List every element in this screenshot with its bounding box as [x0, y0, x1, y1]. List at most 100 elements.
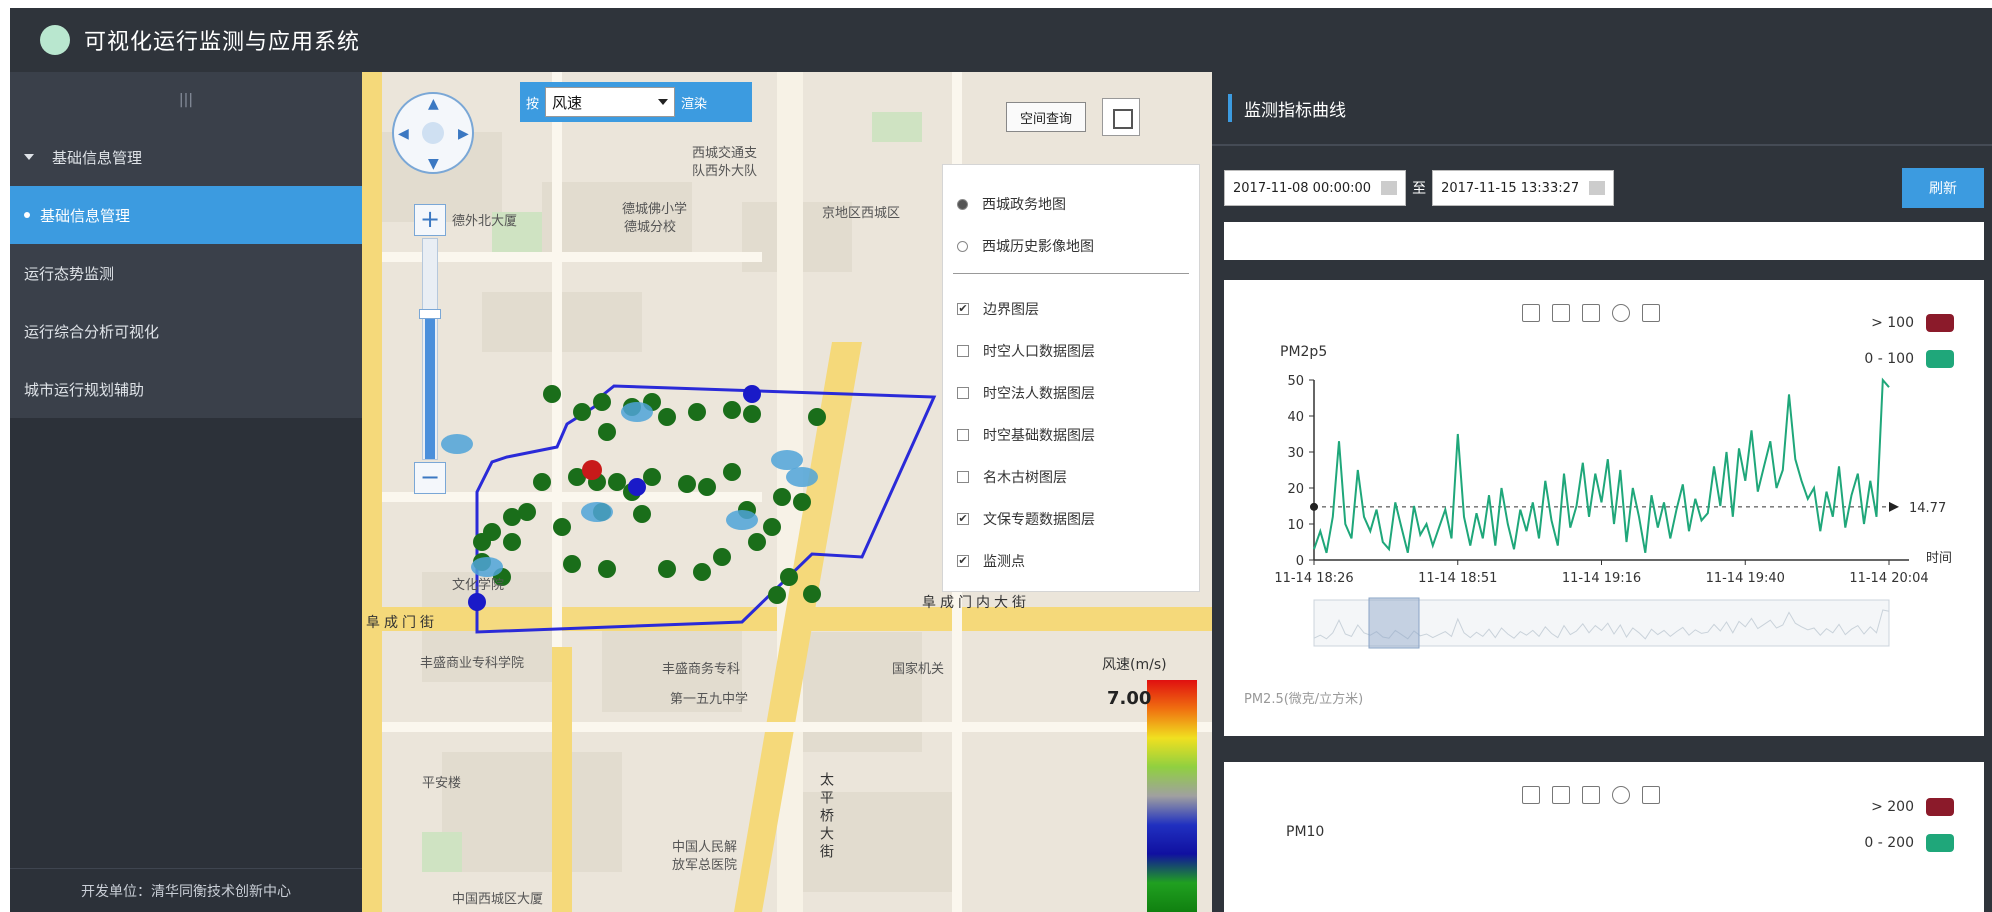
heritage-marker[interactable]: [726, 510, 758, 530]
pan-up-icon[interactable]: ▲: [428, 96, 439, 112]
zoom-out-button[interactable]: −: [414, 462, 446, 494]
radio-icon[interactable]: [957, 240, 968, 252]
map-pan-control[interactable]: ▲ ▼ ◀ ▶: [392, 92, 474, 174]
pm25-line-chart[interactable]: 0 10 20 30 40 50 11-14 18:26 11-14 18:51 11-14 1…: [1224, 370, 1984, 730]
basemap-radio-historic[interactable]: 西城历史影像地图: [943, 225, 1199, 267]
zoom-reset-icon[interactable]: [1552, 304, 1570, 322]
sidebar-item-basic-info-active[interactable]: 基础信息管理: [10, 186, 362, 244]
checkbox-icon[interactable]: ✔: [957, 303, 969, 315]
space-query-button[interactable]: 空间查询: [1006, 102, 1086, 132]
layer-check-monitor-points[interactable]: ✔ 监测点: [943, 540, 1199, 582]
sidebar-item-planning[interactable]: 城市运行规划辅助: [10, 136, 1218, 418]
monitor-point[interactable]: [598, 560, 616, 578]
visualmap-legend-low[interactable]: 0 - 200: [1864, 834, 1954, 852]
monitor-point[interactable]: [803, 585, 821, 603]
visualmap-legend-low[interactable]: 0 - 100: [1864, 350, 1954, 368]
zoom-icon[interactable]: [1522, 304, 1540, 322]
monitor-point[interactable]: [713, 548, 731, 566]
monitor-point[interactable]: [633, 505, 651, 523]
checkbox-icon[interactable]: [957, 387, 969, 399]
monitor-point[interactable]: [473, 533, 491, 551]
save-image-icon[interactable]: [1642, 304, 1660, 322]
heritage-marker[interactable]: [621, 402, 653, 422]
checkbox-icon[interactable]: ✔: [957, 513, 969, 525]
monitor-point[interactable]: [723, 401, 741, 419]
pan-right-icon[interactable]: ▶: [458, 126, 469, 142]
checkbox-icon[interactable]: [957, 471, 969, 483]
map-view[interactable]: 西城交通支 队西外大队 德城佛小学 德城分校 德外北大厦 京地区西城区 丰盛商务…: [362, 72, 1212, 912]
monitor-point[interactable]: [808, 408, 826, 426]
refresh-button[interactable]: 刷新: [1902, 168, 1984, 208]
monitor-point[interactable]: [793, 493, 811, 511]
sidebar-toggle-button[interactable]: |||: [10, 72, 362, 128]
indicator-select-bar[interactable]: [1224, 222, 1984, 260]
sidebar-item-monitoring[interactable]: 运行态势监测: [10, 136, 1218, 302]
layer-check-population[interactable]: 时空人口数据图层: [943, 330, 1199, 372]
data-view-icon[interactable]: [1582, 304, 1600, 322]
end-date-input[interactable]: 2017-11-15 13:33:27: [1432, 170, 1615, 206]
monitor-point[interactable]: [693, 563, 711, 581]
layer-check-ancient-trees[interactable]: 名木古树图层: [943, 456, 1199, 498]
monitor-point[interactable]: [503, 533, 521, 551]
heritage-marker[interactable]: [771, 450, 803, 470]
save-image-icon[interactable]: [1642, 786, 1660, 804]
heritage-marker[interactable]: [786, 467, 818, 487]
zoom-slider[interactable]: [419, 238, 441, 460]
monitor-point[interactable]: [658, 408, 676, 426]
monitor-point[interactable]: [698, 478, 716, 496]
pan-left-icon[interactable]: ◀: [398, 126, 409, 142]
monitor-point[interactable]: [608, 473, 626, 491]
pan-center-icon[interactable]: [422, 122, 444, 144]
restore-icon[interactable]: [1612, 786, 1630, 804]
restore-icon[interactable]: [1612, 304, 1630, 322]
monitor-point[interactable]: [688, 403, 706, 421]
zoom-reset-icon[interactable]: [1552, 786, 1570, 804]
monitor-point[interactable]: [593, 393, 611, 411]
start-date-input[interactable]: 2017-11-08 00:00:00: [1224, 170, 1407, 206]
monitor-point[interactable]: [563, 555, 581, 573]
monitor-point[interactable]: [748, 533, 766, 551]
monitor-point[interactable]: [743, 405, 761, 423]
visualmap-legend-high[interactable]: > 200: [1871, 798, 1954, 816]
heritage-marker[interactable]: [441, 434, 473, 454]
calendar-icon[interactable]: [1589, 181, 1606, 195]
monitor-point[interactable]: [582, 460, 602, 480]
sidebar-item-basic-info[interactable]: 基础信息管理: [10, 128, 362, 186]
monitor-point[interactable]: [468, 593, 486, 611]
radio-icon[interactable]: [957, 198, 968, 210]
monitor-point[interactable]: [598, 423, 616, 441]
monitor-point[interactable]: [503, 508, 521, 526]
visualmap-legend-high[interactable]: > 100: [1871, 314, 1954, 332]
sidebar-item-analysis[interactable]: 运行综合分析可视化: [10, 136, 1218, 360]
pan-down-icon[interactable]: ▼: [428, 156, 439, 172]
layer-check-heritage[interactable]: ✔ 文保专题数据图层: [943, 498, 1199, 540]
checkbox-icon[interactable]: [957, 345, 969, 357]
monitor-point[interactable]: [543, 385, 561, 403]
render-field-select[interactable]: 风速: [545, 87, 676, 117]
monitor-point[interactable]: [768, 586, 786, 604]
layer-check-base-data[interactable]: 时空基础数据图层: [943, 414, 1199, 456]
checkbox-icon[interactable]: [957, 429, 969, 441]
monitor-point[interactable]: [658, 560, 676, 578]
layer-check-boundary[interactable]: ✔ 边界图层: [943, 288, 1199, 330]
monitor-point[interactable]: [573, 403, 591, 421]
monitor-point[interactable]: [763, 518, 781, 536]
monitor-point[interactable]: [553, 518, 571, 536]
monitor-point[interactable]: [780, 568, 798, 586]
datazoom-window[interactable]: [1368, 597, 1420, 649]
monitor-point[interactable]: [773, 488, 791, 506]
render-button[interactable]: 渲染: [681, 93, 707, 112]
monitor-point[interactable]: [743, 385, 761, 403]
layers-toggle-icon[interactable]: [1102, 98, 1140, 136]
monitor-point[interactable]: [643, 468, 661, 486]
basemap-radio-gov[interactable]: 西城政务地图: [943, 183, 1199, 225]
monitor-point[interactable]: [533, 473, 551, 491]
series-line[interactable]: [1313, 377, 1890, 554]
monitor-point[interactable]: [723, 463, 741, 481]
heritage-marker[interactable]: [581, 502, 613, 522]
calendar-icon[interactable]: [1381, 181, 1398, 195]
monitor-point[interactable]: [628, 478, 646, 496]
monitor-point[interactable]: [678, 475, 696, 493]
zoom-in-button[interactable]: +: [414, 204, 446, 236]
checkbox-icon[interactable]: ✔: [957, 555, 969, 567]
